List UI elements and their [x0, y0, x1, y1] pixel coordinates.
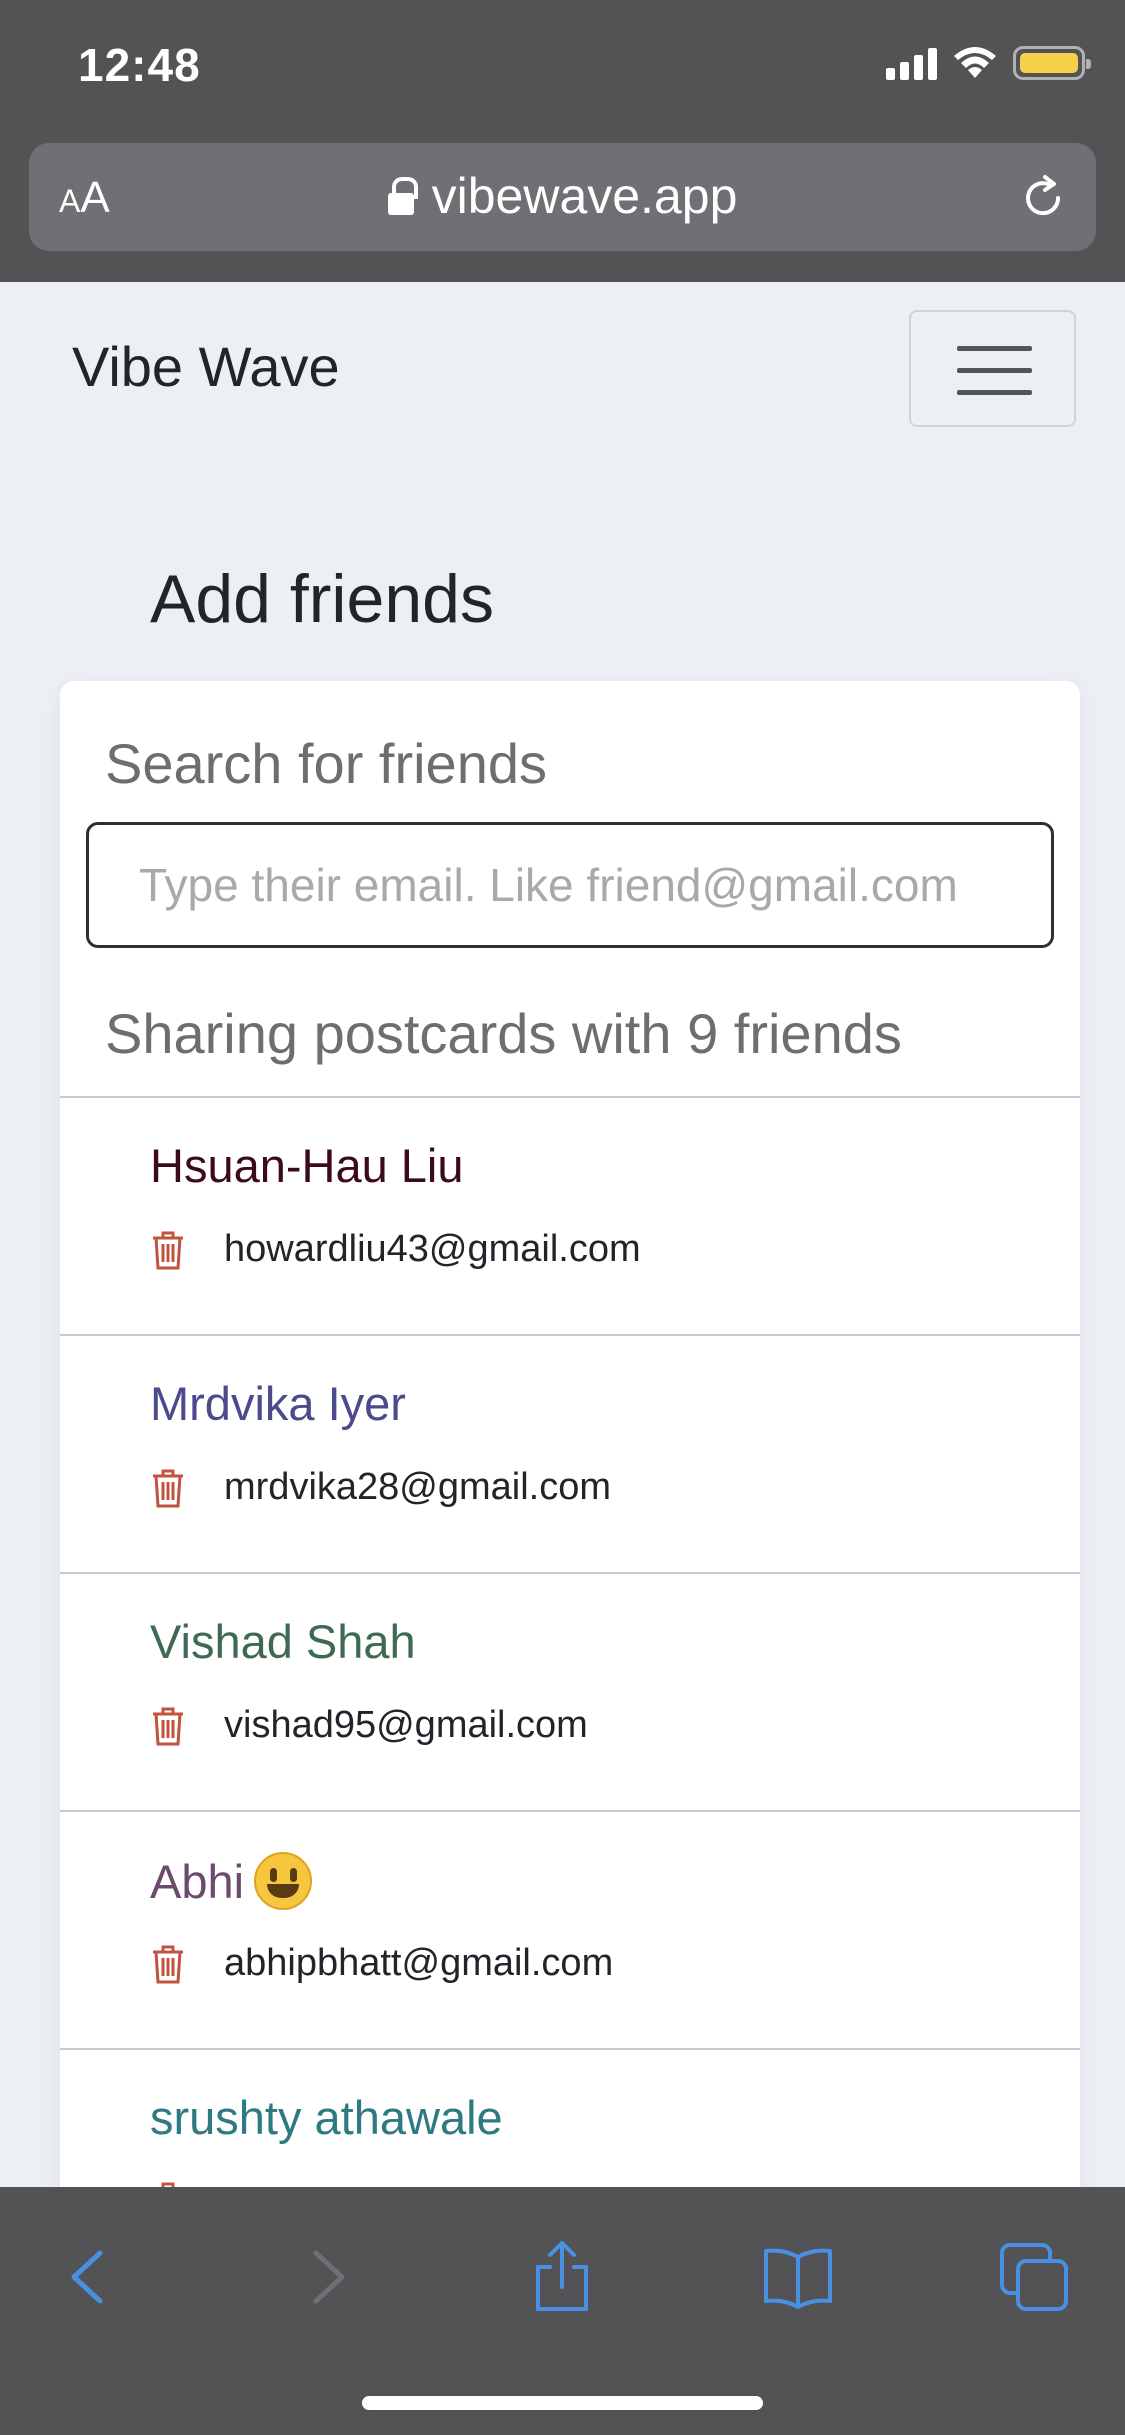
search-input[interactable]	[86, 822, 1054, 948]
friend-count-heading: Sharing postcards with 9 friends	[105, 1002, 902, 1065]
bookmarks-icon[interactable]	[758, 2237, 838, 2317]
trash-icon[interactable]	[150, 1705, 186, 1747]
friend-name: Vishad Shah	[150, 1615, 416, 1668]
trash-icon[interactable]	[150, 1943, 186, 1985]
url-bar[interactable]: AA vibewave.app	[29, 143, 1096, 251]
brand-title[interactable]: Vibe Wave	[72, 334, 340, 399]
friend-name: srushty athawale	[150, 2091, 503, 2144]
page-title: Add friends	[150, 561, 494, 637]
friend-name-row: Abhi	[150, 1852, 313, 1910]
friend-email-row: howardliu43@gmail.com	[150, 1228, 641, 1271]
screen: 12:48 AA vibewave.app Vibe Wave Add frie…	[0, 0, 1125, 2435]
friend-email: abhipbhatt@gmail.com	[224, 1942, 614, 1984]
friend-item: Mrdvika Iyer mrdvika28@gmail.com	[60, 1334, 1080, 1572]
friends-card: Search for friends Sharing postcards wit…	[60, 681, 1080, 2241]
share-icon[interactable]	[522, 2237, 602, 2317]
search-heading: Search for friends	[105, 732, 547, 795]
friend-email: mrdvika28@gmail.com	[224, 1466, 612, 1508]
lock-icon	[387, 177, 418, 215]
cellular-signal-icon	[886, 46, 937, 80]
app-navbar: Vibe Wave	[0, 282, 1125, 432]
url-display[interactable]: vibewave.app	[29, 167, 1096, 225]
browser-chrome: 12:48 AA vibewave.app	[0, 0, 1125, 282]
forward-icon[interactable]	[286, 2237, 366, 2317]
menu-toggle-button[interactable]	[909, 310, 1076, 427]
status-icons	[886, 46, 1091, 80]
wifi-icon	[954, 47, 996, 78]
friend-item: Vishad Shah vishad95@gmail.com	[60, 1572, 1080, 1810]
tabs-icon[interactable]	[994, 2237, 1074, 2317]
friend-email-row: abhipbhatt@gmail.com	[150, 1942, 613, 1985]
friend-item: Abhi abhipbhatt@gmail.com	[60, 1810, 1080, 2048]
friend-email: howardliu43@gmail.com	[224, 1228, 641, 1270]
friend-email-row: vishad95@gmail.com	[150, 1704, 588, 1747]
friend-name: Abhi	[150, 1855, 245, 1908]
friend-item: Hsuan-Hau Liu howardliu43@gmail.com	[60, 1096, 1080, 1334]
back-icon[interactable]	[50, 2237, 130, 2317]
grinning-face-emoji	[254, 1852, 313, 1910]
friend-email-row: mrdvika28@gmail.com	[150, 1466, 611, 1509]
url-text: vibewave.app	[431, 168, 738, 224]
friend-name: Hsuan-Hau Liu	[150, 1139, 464, 1192]
status-time: 12:48	[78, 39, 201, 91]
battery-icon	[1013, 46, 1091, 80]
friend-email: vishad95@gmail.com	[224, 1704, 588, 1746]
trash-icon[interactable]	[150, 1229, 186, 1271]
home-indicator[interactable]	[362, 2396, 763, 2410]
reload-icon[interactable]	[1018, 173, 1068, 223]
friend-list: Hsuan-Hau Liu howardliu43@gmail.com Mrdv…	[60, 1096, 1080, 2241]
trash-icon[interactable]	[150, 1467, 186, 1509]
friend-name: Mrdvika Iyer	[150, 1377, 406, 1430]
